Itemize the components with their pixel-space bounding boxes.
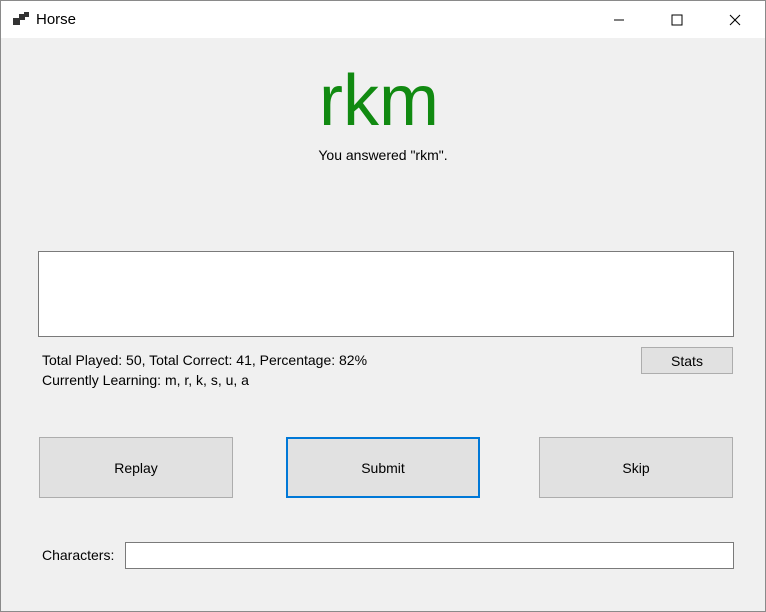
characters-input[interactable]	[125, 542, 734, 569]
window-title: Horse	[36, 11, 77, 28]
stats-button[interactable]: Stats	[641, 347, 733, 374]
app-window: Horse rkm You answered "rkm". Total Play…	[0, 0, 766, 612]
maximize-button[interactable]	[648, 1, 706, 38]
replay-button[interactable]: Replay	[39, 437, 233, 498]
stats-summary: Total Played: 50, Total Correct: 41, Per…	[42, 352, 368, 368]
title-bar[interactable]: Horse	[1, 1, 765, 38]
answer-display: rkm	[319, 61, 439, 141]
app-window-icon	[13, 12, 29, 25]
answered-message: You answered "rkm".	[318, 147, 448, 163]
minimize-button[interactable]	[590, 1, 648, 38]
close-button[interactable]	[706, 1, 764, 38]
minimize-icon	[614, 19, 624, 20]
currently-learning: Currently Learning: m, r, k, s, u, a	[42, 372, 249, 388]
submit-button[interactable]: Submit	[286, 437, 480, 498]
maximize-icon	[671, 14, 683, 25]
skip-button[interactable]: Skip	[539, 437, 733, 498]
feedback-box	[38, 251, 734, 337]
characters-label: Characters:	[42, 547, 115, 563]
close-icon	[729, 14, 741, 25]
